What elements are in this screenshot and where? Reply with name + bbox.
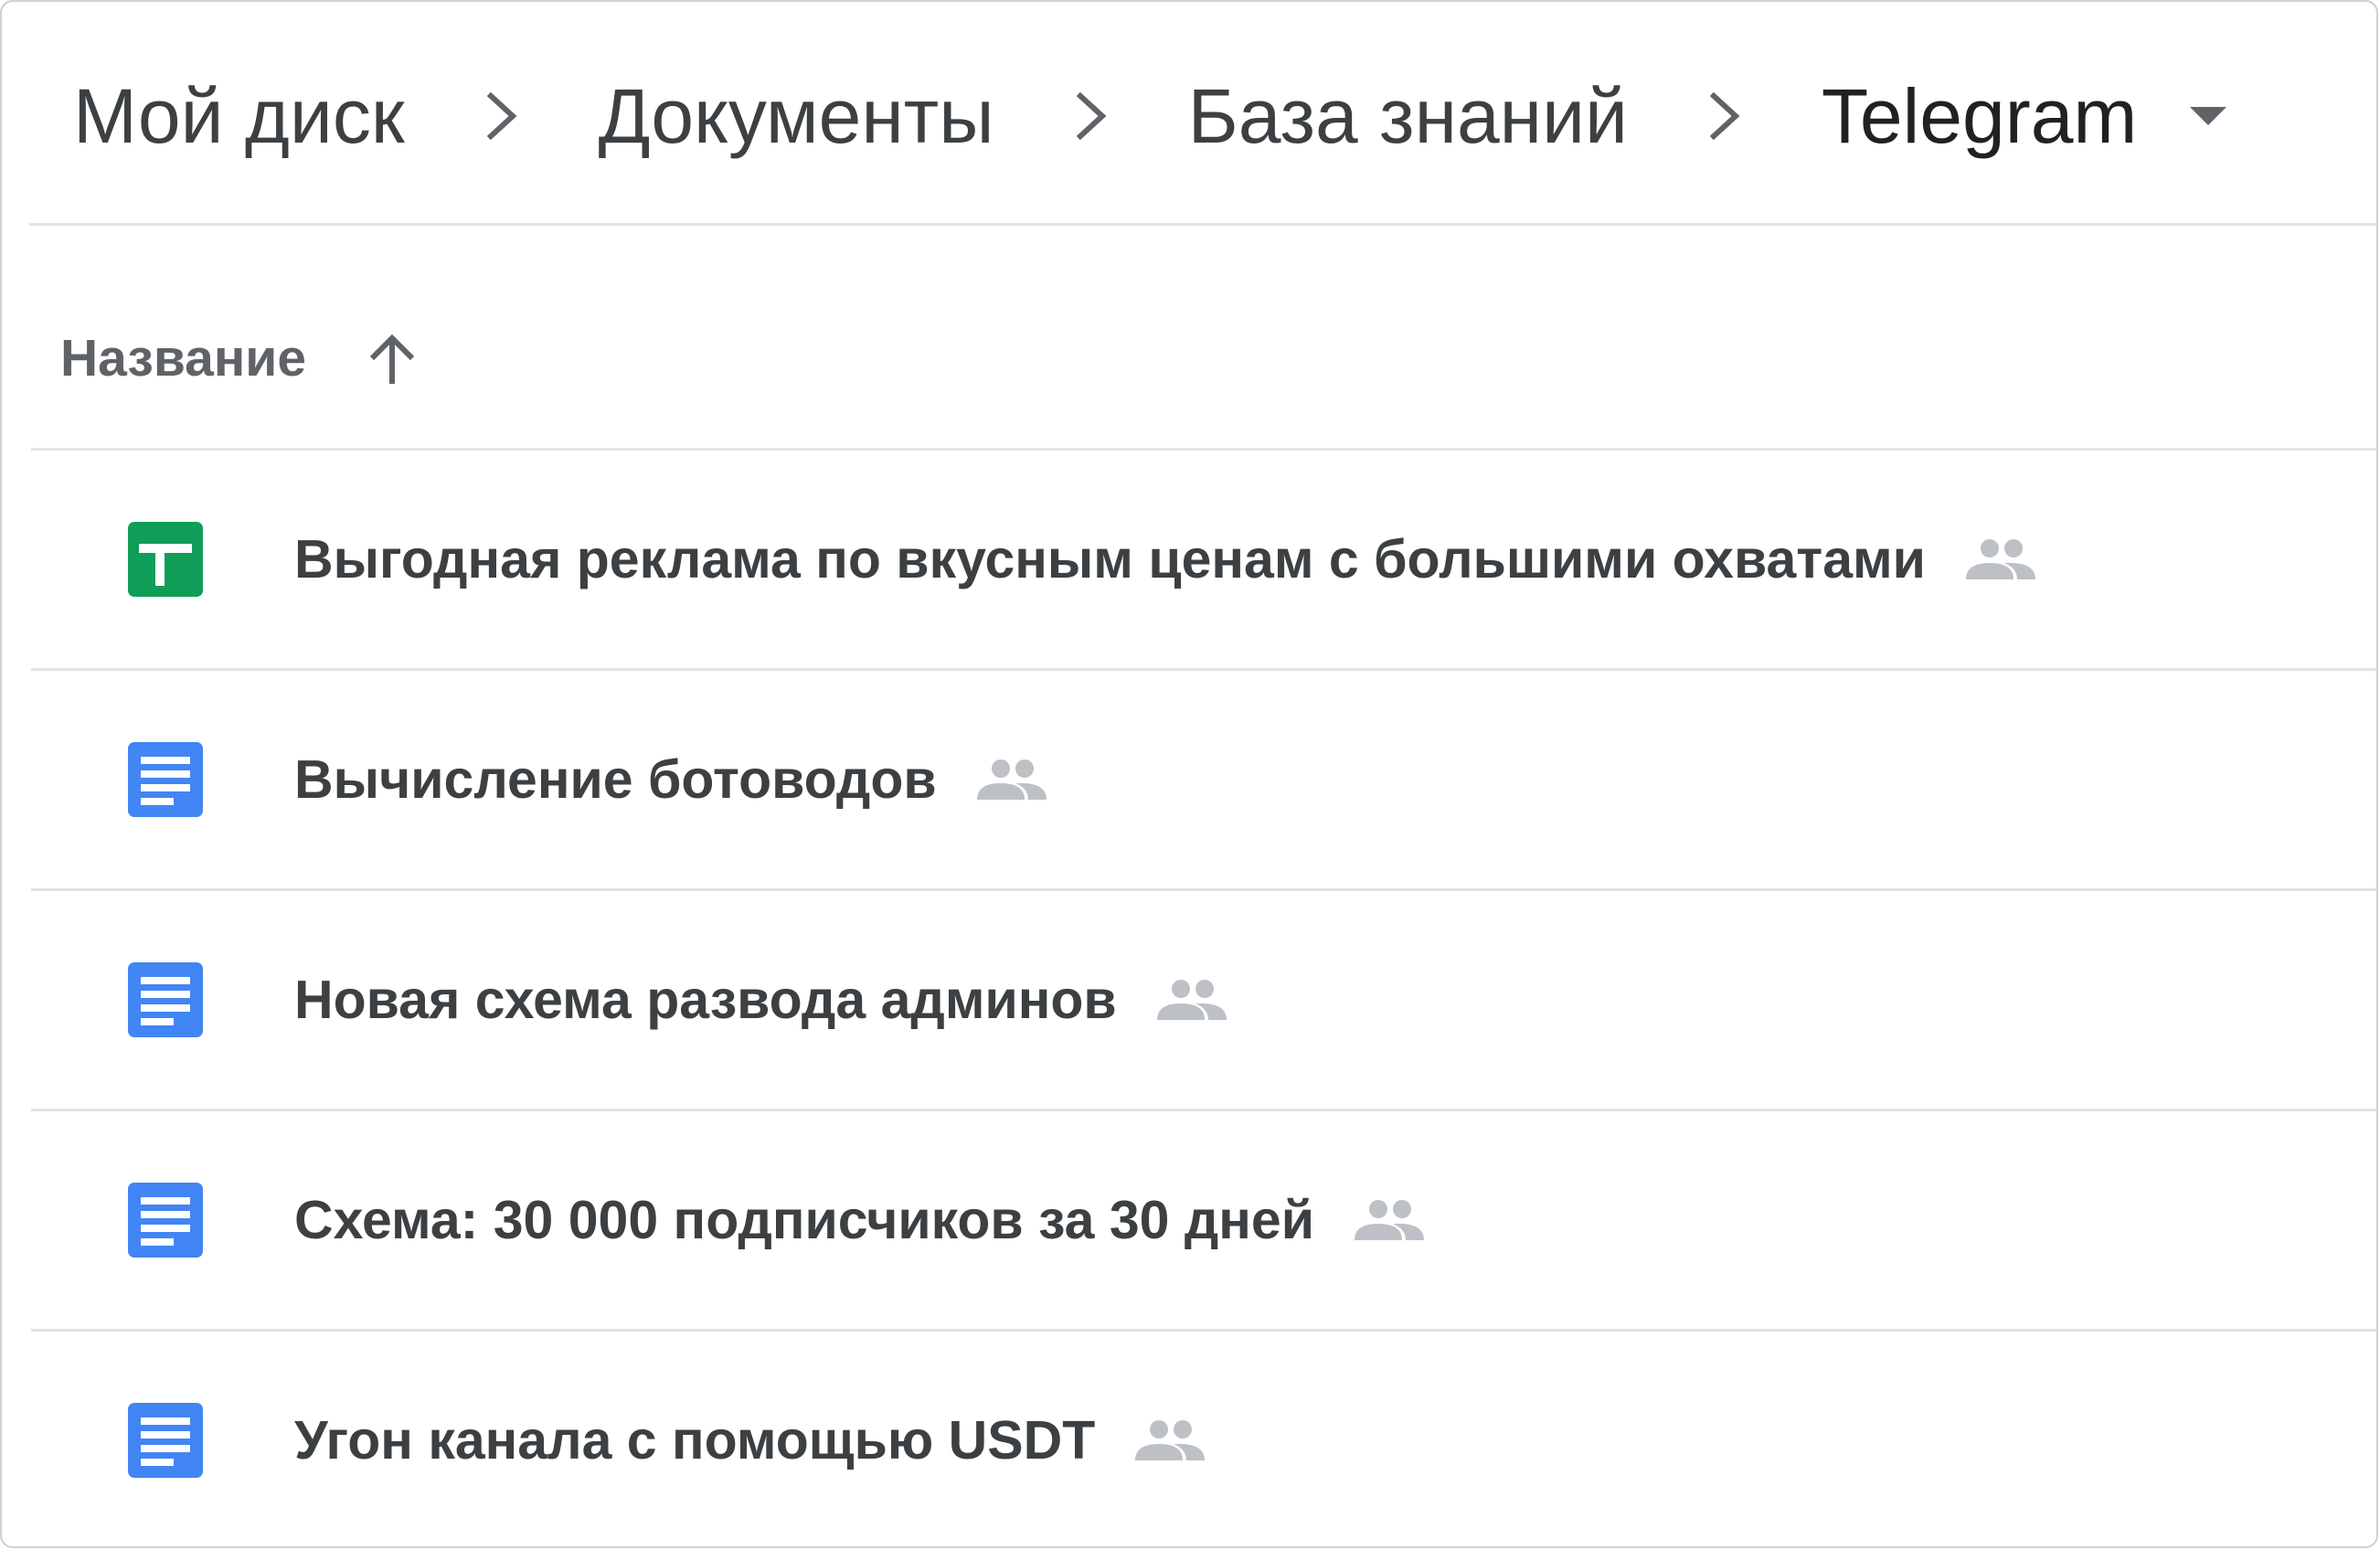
- caret-down-icon[interactable]: [2184, 66, 2232, 166]
- google-sheets-icon: [128, 522, 203, 597]
- file-name: Вычисление ботоводов: [294, 749, 937, 810]
- breadcrumb-divider: [29, 223, 2376, 226]
- breadcrumb-item-my-drive[interactable]: Мой диск: [73, 66, 405, 166]
- file-row[interactable]: Новая схема развода админов: [31, 891, 2376, 1111]
- chevron-right-icon: [1697, 66, 1752, 166]
- name-column-header[interactable]: Название: [60, 313, 425, 404]
- breadcrumb-item-documents[interactable]: Документы: [599, 66, 994, 166]
- breadcrumb-item-telegram[interactable]: Telegram: [1822, 66, 2137, 166]
- file-name: Выгодная реклама по вкусным ценам с боль…: [294, 529, 1926, 589]
- google-docs-icon: [128, 1183, 203, 1258]
- chevron-right-icon: [1064, 66, 1119, 166]
- file-name-container: Новая схема развода админов: [294, 891, 1230, 1109]
- google-docs-icon: [128, 742, 203, 817]
- file-name-container: Схема: 30 000 подписчиков за 30 дней: [294, 1111, 1428, 1329]
- arrow-up-icon[interactable]: [359, 325, 425, 391]
- chevron-right-icon: [474, 66, 529, 166]
- file-row[interactable]: Схема: 30 000 подписчиков за 30 дней: [31, 1111, 2376, 1332]
- breadcrumb-item-knowledge-base[interactable]: База знаний: [1188, 66, 1628, 166]
- shared-people-icon: [1351, 1193, 1428, 1247]
- file-name: Угон канала с помощью USDT: [294, 1410, 1096, 1470]
- file-name: Новая схема развода админов: [294, 970, 1117, 1030]
- file-name: Схема: 30 000 подписчиков за 30 дней: [294, 1190, 1315, 1250]
- shared-people-icon: [973, 752, 1050, 807]
- column-title: Название: [60, 329, 307, 388]
- shared-people-icon: [1132, 1413, 1208, 1468]
- file-row[interactable]: Угон канала с помощью USDT: [31, 1332, 2376, 1546]
- file-name-container: Угон канала с помощью USDT: [294, 1332, 1208, 1546]
- breadcrumb: Мой диск Документы База знаний Telegram: [73, 66, 2232, 166]
- google-docs-icon: [128, 1403, 203, 1478]
- file-row[interactable]: Выгодная реклама по вкусным ценам с боль…: [31, 451, 2376, 671]
- file-list: Выгодная реклама по вкусным ценам с боль…: [31, 451, 2376, 1546]
- file-name-container: Выгодная реклама по вкусным ценам с боль…: [294, 451, 2039, 668]
- drive-file-browser: Мой диск Документы База знаний Telegram …: [0, 0, 2378, 1548]
- file-name-container: Вычисление ботоводов: [294, 671, 1050, 888]
- file-row[interactable]: Вычисление ботоводов: [31, 671, 2376, 891]
- shared-people-icon: [1962, 532, 2039, 587]
- shared-people-icon: [1153, 972, 1230, 1027]
- google-docs-icon: [128, 962, 203, 1037]
